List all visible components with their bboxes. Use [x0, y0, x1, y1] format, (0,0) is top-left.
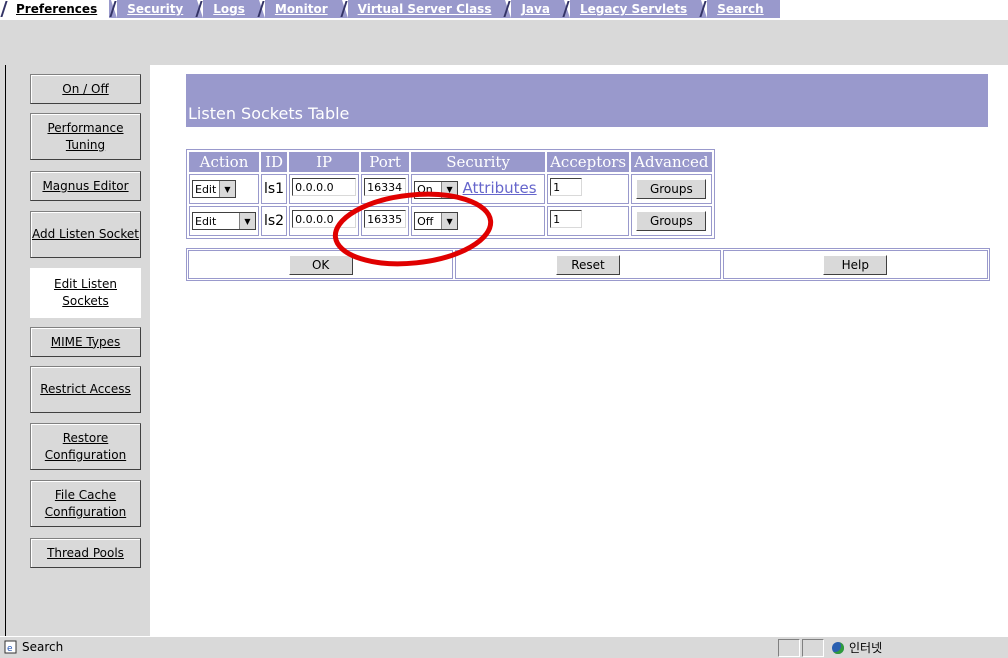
- help-cell: Help: [722, 250, 988, 279]
- action-select[interactable]: Edit ▼: [192, 180, 236, 198]
- sidebar-item-edit-listen-sockets[interactable]: Edit Listen Sockets: [30, 268, 141, 318]
- page-title-bar: Listen Sockets Table: [186, 74, 988, 127]
- chevron-down-icon: ▼: [239, 213, 255, 229]
- tab-search[interactable]: Search: [699, 0, 776, 18]
- status-left: e Search: [4, 640, 63, 654]
- zone-text: 인터넷: [849, 641, 883, 655]
- tab-java[interactable]: Java: [503, 0, 562, 18]
- advanced-cell: Groups: [631, 206, 712, 236]
- status-bar: e Search 인터넷: [0, 636, 1008, 658]
- tab-preferences[interactable]: Preferences: [0, 0, 110, 18]
- acceptors-cell: 1: [547, 206, 630, 236]
- action-select-value: Edit: [195, 182, 217, 196]
- tab-legacy-servlets[interactable]: Legacy Servlets: [561, 0, 700, 18]
- sidebar-item-restore-configuration[interactable]: Restore Configuration: [30, 423, 141, 470]
- col-header-acceptors: Acceptors: [547, 152, 630, 172]
- tabs: Preferences Security Logs Monitor Virtua…: [0, 0, 776, 18]
- sidebar-item-thread-pools[interactable]: Thread Pools: [30, 538, 141, 568]
- action-select[interactable]: Edit ▼: [192, 212, 256, 230]
- id-cell: ls2: [261, 206, 288, 236]
- help-button[interactable]: Help: [823, 254, 888, 275]
- status-text: Search: [22, 640, 64, 654]
- action-cell: Edit ▼: [189, 206, 259, 236]
- globe-icon: [832, 641, 844, 654]
- security-zone: 인터넷: [832, 639, 882, 656]
- col-header-action: Action: [189, 152, 259, 172]
- sidebar-item-on-off[interactable]: On / Off: [30, 74, 141, 104]
- ie-page-icon: e: [4, 640, 17, 654]
- col-header-advanced: Advanced: [631, 152, 712, 172]
- acceptors-input[interactable]: 1: [550, 210, 583, 228]
- acceptors-cell: 1: [547, 174, 630, 204]
- header-band: [0, 20, 1008, 65]
- sidebar-item-file-cache-configuration[interactable]: File Cache Configuration: [30, 480, 141, 527]
- sidebar-item-magnus-editor[interactable]: Magnus Editor: [30, 171, 141, 201]
- groups-button[interactable]: Groups: [636, 211, 707, 231]
- sidebar-edge: [5, 65, 6, 636]
- action-cell: Edit ▼: [189, 174, 259, 204]
- advanced-cell: Groups: [631, 174, 712, 204]
- action-select-value: Edit: [195, 214, 217, 228]
- tab-security[interactable]: Security: [109, 0, 196, 18]
- sidebar-item-restrict-access[interactable]: Restrict Access: [30, 366, 141, 413]
- col-header-id: ID: [261, 152, 288, 172]
- sidebar-item-mime-types[interactable]: MIME Types: [30, 327, 141, 357]
- reset-button[interactable]: Reset: [555, 254, 620, 275]
- groups-button[interactable]: Groups: [636, 179, 707, 199]
- id-cell: ls1: [261, 174, 288, 204]
- page-title: Listen Sockets Table: [188, 104, 350, 123]
- table-header-row: Action ID IP Port Security Acceptors Adv…: [189, 152, 712, 172]
- tab-logs[interactable]: Logs: [195, 0, 257, 18]
- tab-bar: Preferences Security Logs Monitor Virtua…: [0, 0, 1008, 21]
- chevron-down-icon: ▼: [219, 181, 235, 197]
- status-segment: [802, 639, 824, 657]
- acceptors-input[interactable]: 1: [550, 178, 583, 196]
- svg-text:e: e: [7, 644, 13, 654]
- tab-monitor[interactable]: Monitor: [256, 0, 340, 18]
- sidebar-item-add-listen-socket[interactable]: Add Listen Socket: [30, 211, 141, 258]
- main-content: Listen Sockets Table Action ID IP Port S…: [150, 65, 1008, 636]
- tab-virtual-server-class[interactable]: Virtual Server Class: [339, 0, 504, 18]
- status-segment: [778, 639, 800, 657]
- annotation-circle: [332, 191, 494, 267]
- col-header-port: Port: [361, 152, 410, 172]
- col-header-security: Security: [411, 152, 546, 172]
- col-header-ip: IP: [289, 152, 360, 172]
- form-actions-row: OK Reset Help: [186, 248, 990, 281]
- sidebar-item-performance-tuning[interactable]: Performance Tuning: [30, 113, 141, 160]
